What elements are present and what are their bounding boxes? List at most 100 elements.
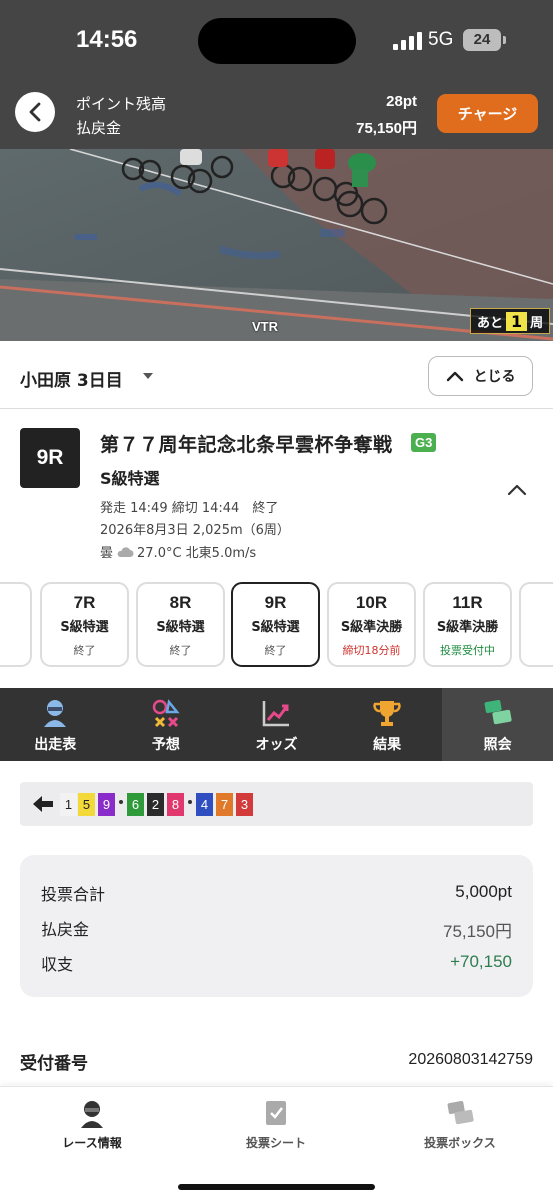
lap-count: 1 [506,311,528,331]
points-label: ポイント残高 [76,95,167,113]
race-times: 発走 14:49 締切 14:44 終了 [100,501,279,516]
tickets-icon [484,700,512,725]
race-number-badge: 9R [20,428,80,488]
bike-number-7: 7 [216,793,233,816]
caret-down-icon[interactable] [143,373,153,379]
venue-name[interactable]: 小田原 3日目 [20,366,123,391]
charge-button[interactable]: チャージ [437,94,538,133]
bet-summary-card: 投票合計 5,000pt 払戻金 75,150円 収支 +70,150 [20,855,533,997]
tab-label: オッズ [255,737,298,753]
race-tab-status: 投票受付中 [440,644,495,657]
close-button[interactable]: とじる [428,356,533,396]
race-tab-number: 7R [73,593,96,612]
weather-label: 曇 [100,546,114,561]
line-formation-bar: 1 5 9 6 2 8 4 7 3 [20,782,533,826]
race-tab[interactable]: 7R S級特選 終了 [40,582,129,667]
prediction-icon [152,699,180,728]
back-button[interactable] [15,92,55,132]
tab-prediction[interactable]: 予想 [111,688,222,761]
weather-detail: 27.0°C 北東5.0m/s [137,546,257,561]
race-nav-tabs: 出走表 予想 オッズ 結果 照会 [0,688,553,761]
refund-value: 75,150円 [356,120,417,137]
race-video[interactable]: VTR あと 1 周 [0,149,553,341]
status-bar: 14:56 5G 24 [0,0,553,80]
race-info-icon [81,1101,103,1128]
account-header: ポイント残高 払戻金 28pt 75,150円 チャージ [0,80,553,149]
chevron-up-icon[interactable] [507,484,527,496]
nav-label: 投票シート [245,1136,306,1150]
tab-results[interactable]: 結果 [332,688,443,761]
tab-label: 出走表 [34,737,77,753]
race-tab-active[interactable]: 9R S級特選 終了 [231,582,320,667]
close-label: とじる [473,369,516,385]
race-tab-class: S級特選 [156,620,205,635]
grade-badge: G3 [411,433,437,452]
bet-total-value: 5,000pt [455,882,512,901]
bike-number-8: 8 [167,793,184,816]
cloud-icon [117,546,134,557]
chevron-left-icon [29,102,41,122]
battery-icon: 24 [463,29,506,51]
race-tab-status: 終了 [73,644,96,657]
race-tab-partial[interactable] [519,582,553,667]
vtr-label: VTR [252,319,278,334]
nav-label: 投票ボックス [424,1136,496,1150]
refund-label: 払戻金 [41,920,90,939]
race-tabs: 7R S級特選 終了 8R S級特選 終了 9R S級特選 終了 10R S級準… [0,579,553,687]
race-date-distance: 2026年8月3日 2,025m（6周） [100,523,290,538]
home-indicator [178,1184,375,1190]
line-separator [188,800,192,804]
race-tab-class: S級特選 [60,620,109,635]
bet-total-label: 投票合計 [41,885,106,904]
race-tab-status: 終了 [169,644,192,657]
bike-number-4: 4 [196,793,213,816]
race-tab[interactable]: 10R S級準決勝 締切18分前 [327,582,416,667]
race-tab-number: 9R [264,593,287,612]
race-tab-class: S級準決勝 [340,620,403,635]
bike-number-6: 6 [127,793,144,816]
nav-race-info[interactable]: レース情報 [0,1087,184,1167]
race-info: 9R 第７７周年記念北条早雲杯争奪戦 G3 S級特選 発走 14:49 締切 1… [0,409,553,579]
balance-label: 収支 [41,955,74,974]
race-weather: 曇 27.0°C 北東5.0m/s [100,542,256,561]
bike-number-9: 9 [98,793,115,816]
race-class: S級特選 [100,469,160,488]
tab-inquiry[interactable]: 照会 [442,688,553,761]
tab-odds[interactable]: オッズ [221,688,332,761]
rider-icon [44,700,67,727]
bike-number-1: 1 [60,793,77,816]
arrow-left-icon [33,796,53,812]
refund-value: 75,150円 [443,922,512,941]
race-tab-number: 10R [355,593,388,612]
nav-vote-sheet[interactable]: 投票シート [184,1087,368,1167]
balance-value: +70,150 [450,952,512,971]
bike-number-2: 2 [147,793,164,816]
tab-label: 予想 [151,737,180,753]
race-tab-number: 11R [452,593,483,612]
race-tab-class: S級特選 [251,620,300,635]
bike-number-3: 3 [236,793,253,816]
vote-sheet-icon [266,1101,286,1125]
lap-prefix: あと [477,315,504,331]
nav-label: レース情報 [62,1136,122,1150]
status-time: 14:56 [76,26,138,53]
race-tab-partial[interactable] [0,582,32,667]
line-separator [119,800,123,804]
race-tab-status: 締切18分前 [342,644,401,657]
lap-suffix: 周 [530,315,544,331]
bike-number-5: 5 [78,793,95,816]
race-tab[interactable]: 11R S級準決勝 投票受付中 [423,582,512,667]
race-title: 第７７周年記念北条早雲杯争奪戦 [100,434,393,456]
race-tab[interactable]: 8R S級特選 終了 [136,582,225,667]
nav-vote-box[interactable]: 投票ボックス [368,1087,552,1167]
receipt-number-value: 20260803142759 [408,1051,533,1068]
venue-selector-row: 小田原 3日目 とじる [0,341,553,409]
bottom-navigation: レース情報 投票シート 投票ボックス [0,1086,553,1200]
trophy-icon [373,701,401,726]
dynamic-island [198,18,356,64]
vote-box-icon [447,1101,474,1125]
tab-entries[interactable]: 出走表 [0,688,111,761]
network-type: 5G [428,29,454,50]
tab-label: 照会 [483,737,512,753]
race-tab-status: 終了 [264,644,287,657]
